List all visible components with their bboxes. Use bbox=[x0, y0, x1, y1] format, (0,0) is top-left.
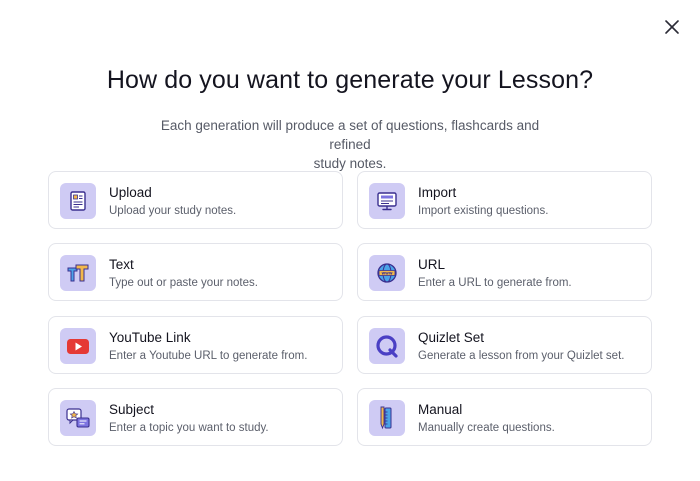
option-title: URL bbox=[418, 257, 446, 272]
option-manual-card[interactable]: Manual Manually create questions. bbox=[357, 388, 652, 446]
subtitle-line-1: Each generation will produce a set of qu… bbox=[160, 118, 540, 152]
option-quizlet-card[interactable]: Quizlet Set Generate a lesson from your … bbox=[357, 316, 652, 374]
document-upload-icon bbox=[60, 183, 96, 219]
globe-www-icon: www bbox=[369, 255, 405, 291]
option-subject-card[interactable]: Subject Enter a topic you want to study. bbox=[48, 388, 343, 446]
option-description: Enter a Youtube URL to generate from. bbox=[109, 350, 308, 362]
close-icon[interactable] bbox=[662, 17, 682, 37]
modal-title: How do you want to generate your Lesson? bbox=[106, 66, 594, 94]
option-title: Text bbox=[109, 257, 134, 272]
option-title: Import bbox=[418, 185, 457, 200]
option-description: Upload your study notes. bbox=[109, 205, 237, 217]
option-title: Manual bbox=[418, 402, 463, 417]
option-title: Quizlet Set bbox=[418, 330, 485, 345]
option-url-card[interactable]: www URL Enter a URL to generate from. bbox=[357, 243, 652, 301]
option-description: Enter a topic you want to study. bbox=[109, 422, 269, 434]
pencil-ruler-icon bbox=[369, 400, 405, 436]
quizlet-logo-icon bbox=[369, 328, 405, 364]
modal-subtitle: Each generation will produce a set of qu… bbox=[145, 116, 555, 173]
option-youtube-card[interactable]: YouTube Link Enter a Youtube URL to gene… bbox=[48, 316, 343, 374]
text-tt-icon bbox=[60, 255, 96, 291]
subject-chat-icon bbox=[60, 400, 96, 436]
option-text-card[interactable]: Text Type out or paste your notes. bbox=[48, 243, 343, 301]
option-description: Enter a URL to generate from. bbox=[418, 277, 572, 289]
option-description: Manually create questions. bbox=[418, 422, 555, 434]
option-import-card[interactable]: Import Import existing questions. bbox=[357, 171, 652, 229]
monitor-import-icon bbox=[369, 183, 405, 219]
option-title: Upload bbox=[109, 185, 152, 200]
option-title: YouTube Link bbox=[109, 330, 191, 345]
option-description: Type out or paste your notes. bbox=[109, 277, 258, 289]
option-description: Generate a lesson from your Quizlet set. bbox=[418, 350, 625, 362]
option-description: Import existing questions. bbox=[418, 205, 549, 217]
svg-text:www: www bbox=[381, 271, 392, 276]
youtube-play-icon bbox=[60, 328, 96, 364]
option-title: Subject bbox=[109, 402, 155, 417]
option-upload-card[interactable]: Upload Upload your study notes. bbox=[48, 171, 343, 229]
